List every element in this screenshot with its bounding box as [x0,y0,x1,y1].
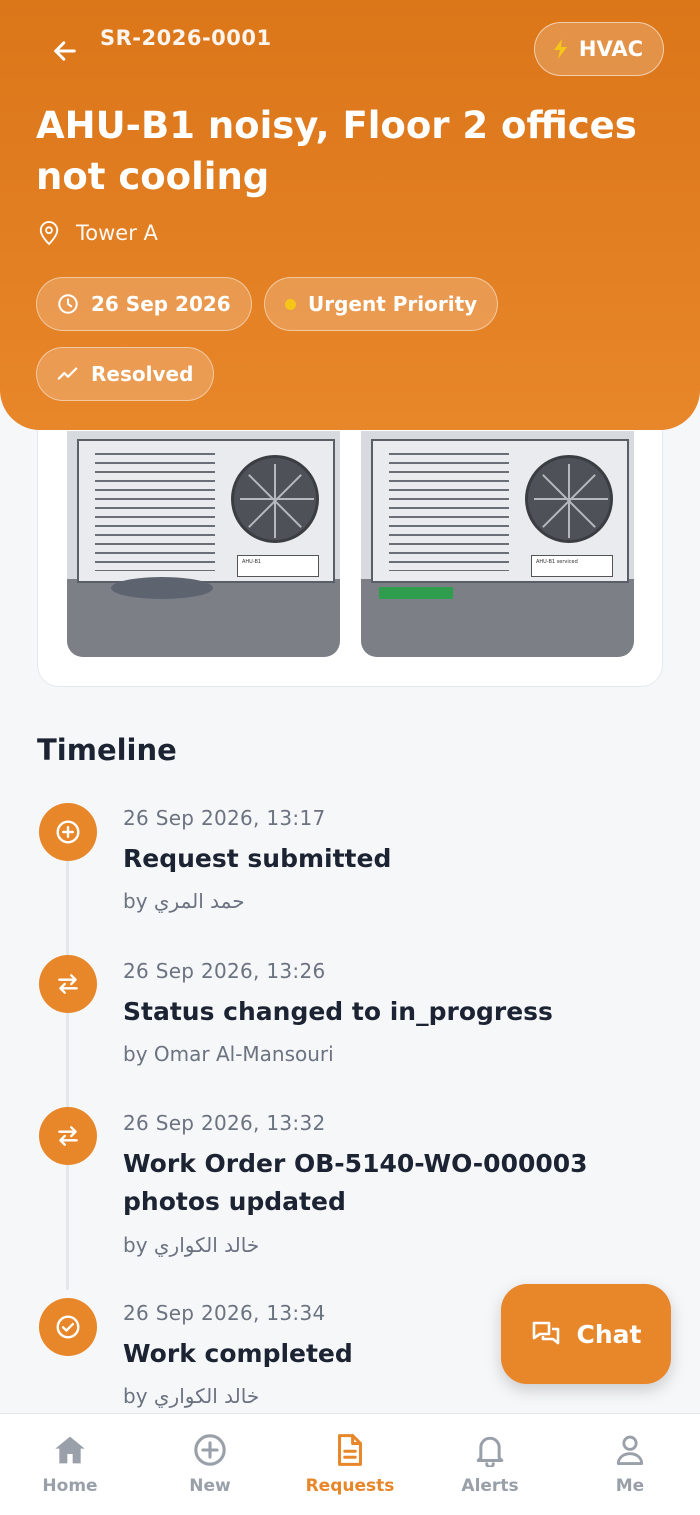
bell-icon [472,1432,508,1468]
swap-icon [39,1107,97,1165]
event-heading: Work Order OB-5140-WO-000003 photos upda… [123,1149,588,1216]
fan-icon [525,455,613,543]
status-label: Resolved [91,362,194,386]
nav-label: Me [615,1476,645,1496]
request-reference: SR-2026-0001 [100,26,272,50]
bottom-nav: Home New Requests Alerts Me [0,1413,700,1515]
event-time: 26 Sep 2026, 13:32 [123,1111,326,1135]
timeline-line [66,860,69,1290]
serviced-marker [379,587,453,599]
water-puddle [111,577,213,599]
event-time: 26 Sep 2026, 13:26 [123,959,326,983]
date-label: 26 Sep 2026 [91,292,231,316]
document-icon [332,1432,368,1468]
nav-label: Alerts [461,1476,519,1496]
event-heading: Request submitted [123,844,392,873]
swap-icon [39,955,97,1013]
arrow-left-icon [54,41,76,61]
chat-label: Chat [576,1319,642,1349]
event-author: by حمد المري [123,889,245,913]
date-chip: 26 Sep 2026 [36,277,252,331]
map-pin-icon [39,221,59,246]
after-photo[interactable]: AHU-B1 serviced [361,431,634,657]
location-label: Tower A [76,221,158,245]
check-circle-icon [39,1298,97,1356]
event-heading: Status changed to in_progress [123,997,553,1026]
ahu-unit: AHU-B1 [77,439,335,583]
timeline-title: Timeline [37,733,177,767]
nav-label: New [189,1476,231,1496]
unit-tag: AHU-B1 [237,555,319,577]
chat-button[interactable]: Chat [501,1284,671,1384]
event-author: by Omar Al-Mansouri [123,1042,334,1066]
nav-requests[interactable]: Requests [280,1414,420,1515]
chat-icon [532,1321,559,1345]
event-author: by خالد الكواري [123,1384,260,1408]
request-header: SR-2026-0001 HVAC AHU-B1 noisy, Floor 2 … [0,0,700,430]
event-time: 26 Sep 2026, 13:17 [123,806,326,830]
category-badge: HVAC [533,22,664,76]
status-chip: Resolved [36,347,215,401]
plus-circle-icon [192,1432,228,1468]
ahu-unit: AHU-B1 serviced [371,439,629,583]
user-icon [612,1432,648,1468]
before-photo[interactable]: AHU-B1 [67,431,340,657]
fan-icon [231,455,319,543]
home-icon [52,1432,88,1468]
priority-dot [285,298,296,310]
back-button[interactable] [46,32,84,70]
clock-icon [58,294,78,314]
nav-me[interactable]: Me [560,1414,700,1515]
nav-label: Requests [305,1476,395,1496]
nav-label: Home [42,1476,98,1496]
priority-label: Urgent Priority [308,292,478,316]
lightning-icon [553,39,567,59]
category-label: HVAC [578,37,643,61]
priority-chip: Urgent Priority [264,277,499,331]
event-time: 26 Sep 2026, 13:34 [123,1301,326,1325]
location: Tower A [38,220,158,246]
nav-home[interactable]: Home [0,1414,140,1515]
nav-alerts[interactable]: Alerts [420,1414,560,1515]
nav-new[interactable]: New [140,1414,280,1515]
unit-tag: AHU-B1 serviced [531,555,613,577]
page-title: AHU-B1 noisy, Floor 2 offices not coolin… [36,104,637,198]
event-author: by خالد الكواري [123,1233,260,1257]
trend-icon [57,367,78,380]
plus-circle-icon [39,803,97,861]
